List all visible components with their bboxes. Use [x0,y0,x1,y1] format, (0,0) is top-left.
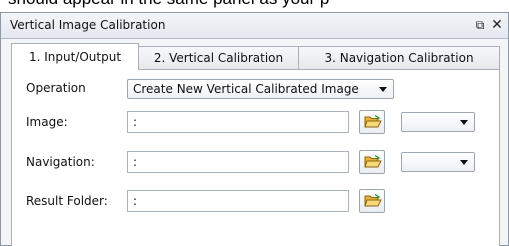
operation-select[interactable]: Create New Vertical Calibrated Image [127,79,394,99]
navigation-browse-button[interactable] [359,150,385,174]
open-folder-icon [364,154,382,168]
image-option-select[interactable] [401,112,475,132]
open-folder-icon [364,114,382,128]
chevron-down-icon [460,120,468,125]
tab-vertical-calibration[interactable]: 2. Vertical Calibration [138,46,299,69]
panel-titlebar: Vertical Image Calibration ⧉ ✕ [1,13,508,39]
image-browse-button[interactable] [359,110,385,134]
restore-icon[interactable]: ⧉ [472,17,488,33]
vertical-image-calibration-panel: Vertical Image Calibration ⧉ ✕ 1. Input/… [0,12,509,246]
navigation-option-select[interactable] [401,152,475,172]
tab-input-output[interactable]: 1. Input/Output [11,43,139,70]
operation-label: Operation [26,81,86,95]
panel-title: Vertical Image Calibration [10,18,166,32]
navigation-label: Navigation: [26,155,95,169]
cropped-caption-text: should appear in the same panel as your … [0,0,509,10]
result-folder-path-field[interactable]: : [127,190,349,212]
chevron-down-icon [460,160,468,165]
navigation-path-field[interactable]: : [127,151,349,173]
tab-navigation-calibration[interactable]: 3. Navigation Calibration [298,46,500,69]
tab-bar: 1. Input/Output 2. Vertical Calibration … [11,43,502,70]
close-icon[interactable]: ✕ [489,17,505,33]
image-path-field[interactable]: : [127,111,349,133]
image-label: Image: [26,115,68,129]
open-folder-icon [364,193,382,207]
operation-selected-value: Create New Vertical Calibrated Image [133,82,359,96]
input-output-tab-content: Operation Create New Vertical Calibrated… [11,69,500,246]
caption-text: should appear in the same panel as your … [8,0,329,9]
result-folder-browse-button[interactable] [359,189,385,213]
result-folder-label: Result Folder: [26,194,108,208]
chevron-down-icon [379,87,387,92]
